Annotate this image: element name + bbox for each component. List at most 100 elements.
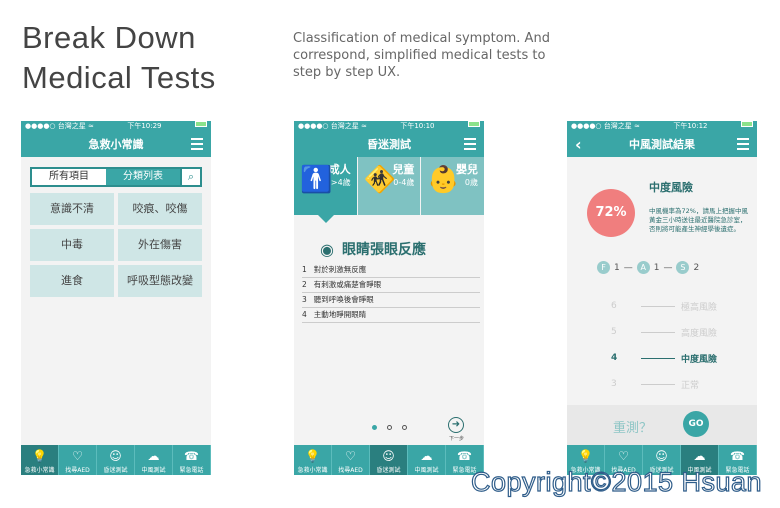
status-time: 下午10:12 (673, 122, 708, 130)
status-bar: ●●●●○ 台灣之星 ≈ 下午10:12 (567, 121, 757, 132)
description: Classification of medical symptom. And c… (293, 31, 550, 80)
carrier: ●●●●○ 台灣之星 ≈ (571, 122, 640, 130)
segment-category-list[interactable]: 分類列表 (106, 169, 180, 185)
carrier: ●●●●○ 台灣之星 ≈ (298, 122, 367, 130)
question-heading: ◉ 眼睛張眼反應 (320, 239, 426, 259)
tab-bar: 💡 急救小常識 ♡ 找尋AED ☺ 昏迷測試 ☁ 中風測試 ☎ 緊急電話 (294, 445, 484, 475)
tab-find-aed[interactable]: ♡ 找尋AED (59, 445, 97, 475)
risk-scale: 6 極高風險 5 高度風險 4 中度風險 3 正常 (611, 293, 731, 397)
scale-row: 5 高度風險 (611, 327, 718, 339)
bulb-icon: 💡 (305, 449, 320, 463)
status-time: 下午10:29 (127, 122, 162, 130)
category-cell[interactable]: 外在傷害 (118, 229, 202, 261)
phone-icon: ☎ (730, 449, 745, 463)
page-dot (387, 425, 392, 430)
brain-icon: ☁ (693, 449, 706, 463)
heart-icon: ♡ (345, 449, 356, 463)
child-icon: 🚸 (363, 165, 397, 195)
adult-icon: 🚹 (300, 165, 333, 195)
nav-bar: ‹ 中風測試結果 (567, 132, 757, 157)
battery-icon (194, 121, 207, 127)
phone-icon: ☎ (184, 449, 199, 463)
option-item[interactable]: 1 對於刺激無反應 (302, 263, 480, 278)
option-item[interactable]: 2 有刺激或痛楚會睜眼 (302, 278, 480, 293)
scale-row-current: 4 中度風險 (611, 353, 718, 365)
category-cell[interactable]: 咬痕、咬傷 (118, 193, 202, 225)
menu-icon[interactable] (464, 138, 476, 150)
back-chevron-icon[interactable]: ‹ (575, 132, 582, 157)
next-arrow-icon[interactable]: ➜ (448, 417, 464, 433)
segment-all-items[interactable]: 所有項目 (32, 169, 106, 185)
nav-title: 昏迷測試 (367, 138, 411, 151)
segmented-control: 所有項目 分類列表 ⌕ (30, 167, 202, 187)
category-cell[interactable]: 中毒 (30, 229, 114, 261)
page-dot (372, 425, 377, 430)
nav-bar: 昏迷測試 (294, 132, 484, 157)
tab-bar: 💡 急救小常識 ♡ 找尋AED ☺ 昏迷測試 ☁ 中風測試 ☎ 緊急電話 (21, 445, 211, 475)
retest-question: 重測？ (613, 421, 653, 436)
age-category-tabs: 🚹 成人 >4歲 🚸 兒童 0-4歲 👶 嬰兒 0歲 (294, 157, 484, 215)
fas-badge-a: A (636, 261, 650, 274)
retest-bar: 重測？ GO (567, 405, 757, 445)
status-time: 下午10:10 (400, 122, 435, 130)
category-infant[interactable]: 👶 嬰兒 0歲 (421, 157, 484, 215)
option-item[interactable]: 3 聽到呼喚後會睜眼 (302, 293, 480, 308)
category-cell[interactable]: 呼吸型態改變 (118, 265, 202, 297)
phone-stroke-result: ●●●●○ 台灣之星 ≈ 下午10:12 ‹ 中風測試結果 72% 中度風險 中… (567, 121, 757, 475)
next-label: 下一步 (448, 436, 464, 442)
risk-level: 中度風險 (649, 181, 693, 194)
option-item[interactable]: 4 主動地睜開眼睛 (302, 308, 480, 323)
tab-coma-test[interactable]: ☺ 昏迷測試 (97, 445, 135, 475)
brain-icon: ☁ (420, 449, 433, 463)
category-adult[interactable]: 🚹 成人 >4歲 (294, 157, 357, 215)
page-title: Break Down Medical Tests (22, 18, 216, 98)
tab-first-aid[interactable]: 💡 急救小常識 (294, 445, 332, 475)
battery-icon (740, 121, 753, 127)
copyright-watermark: Copyright©2015 Hsuan (470, 466, 763, 497)
tab-stroke-test[interactable]: ☁ 中風測試 (408, 445, 446, 475)
head-icon: ☺ (655, 449, 668, 463)
go-button[interactable]: GO (683, 411, 709, 437)
fas-badge-f: F (597, 261, 610, 274)
menu-icon[interactable] (191, 138, 203, 150)
nav-bar: 急救小常識 (21, 132, 211, 157)
brain-icon: ☁ (147, 449, 160, 463)
nav-title: 急救小常識 (88, 138, 144, 151)
carrier: ●●●●○ 台灣之星 ≈ (25, 122, 94, 130)
bulb-icon: 💡 (578, 449, 593, 463)
tab-coma-test[interactable]: ☺ 昏迷測試 (370, 445, 408, 475)
scale-row: 3 正常 (611, 379, 700, 391)
selection-pointer (318, 215, 334, 223)
category-cell[interactable]: 進食 (30, 265, 114, 297)
title-line-1: Break Down (22, 20, 196, 55)
question-title: 眼睛張眼反應 (341, 242, 426, 258)
fas-scores: F 1— A 1— S2 (597, 261, 699, 274)
scale-row: 6 極高風險 (611, 301, 718, 313)
title-line-2: Medical Tests (22, 60, 216, 95)
eye-icon: ◉ (320, 239, 334, 259)
bulb-icon: 💡 (32, 449, 47, 463)
category-cell[interactable]: 意識不清 (30, 193, 114, 225)
battery-icon (467, 121, 480, 127)
phone-first-aid: ●●●●○ 台灣之星 ≈ 下午10:29 急救小常識 所有項目 分類列表 ⌕ 意… (21, 121, 211, 475)
page-indicator (372, 425, 407, 430)
heart-icon: ♡ (618, 449, 629, 463)
tab-stroke-test[interactable]: ☁ 中風測試 (135, 445, 173, 475)
infant-icon: 👶 (427, 165, 460, 195)
phone-icon: ☎ (457, 449, 472, 463)
fas-badge-s: S (676, 261, 690, 274)
risk-percentage: 72% (587, 189, 635, 237)
category-child[interactable]: 🚸 兒童 0-4歲 (357, 157, 421, 215)
tab-emergency-call[interactable]: ☎ 緊急電話 (173, 445, 211, 475)
answer-options: 1 對於刺激無反應 2 有刺激或痛楚會睜眼 3 聽到呼喚後會睜眼 4 主動地睜開眼睛 (302, 263, 480, 323)
tab-find-aed[interactable]: ♡ 找尋AED (332, 445, 370, 475)
tab-first-aid[interactable]: 💡 急救小常識 (21, 445, 59, 475)
heart-icon: ♡ (72, 449, 83, 463)
head-icon: ☺ (109, 449, 122, 463)
status-bar: ●●●●○ 台灣之星 ≈ 下午10:29 (21, 121, 211, 132)
menu-icon[interactable] (737, 138, 749, 150)
search-icon[interactable]: ⌕ (180, 169, 200, 185)
status-bar: ●●●●○ 台灣之星 ≈ 下午10:10 (294, 121, 484, 132)
risk-description: 中風機率為72%，請馬上把握中風黃金三小時送往最近醫院急診室，否則將可能產生神經… (649, 207, 748, 233)
phone-coma-test: ●●●●○ 台灣之星 ≈ 下午10:10 昏迷測試 🚹 成人 >4歲 🚸 兒童 … (294, 121, 484, 475)
